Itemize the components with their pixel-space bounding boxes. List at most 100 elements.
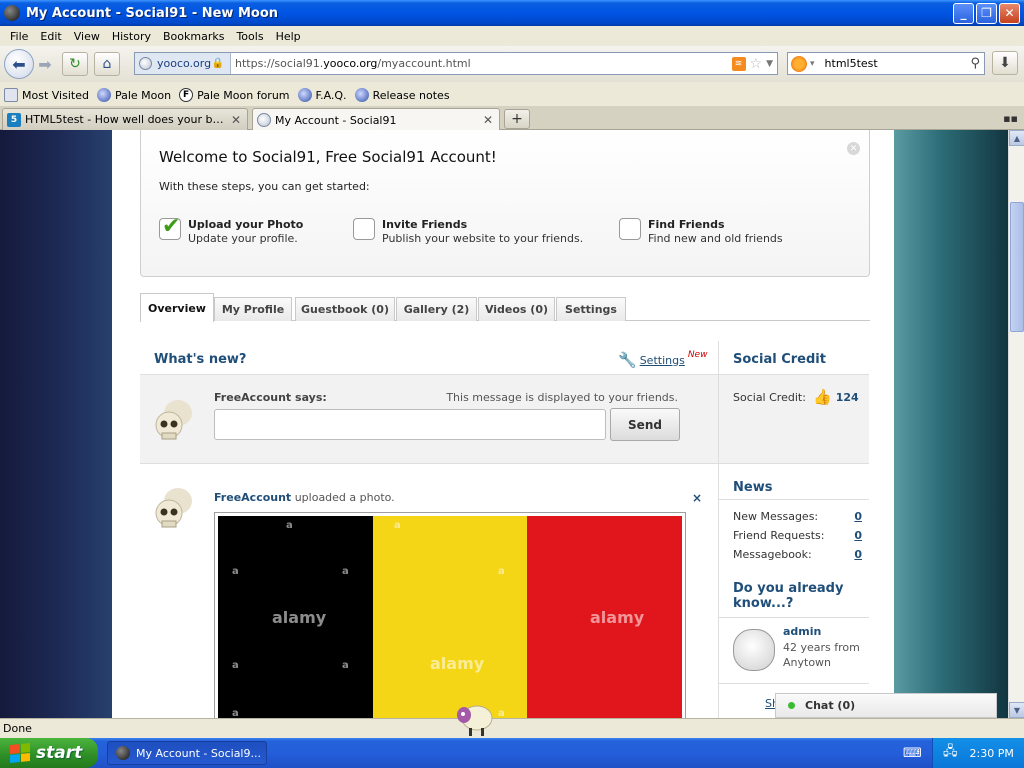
pale-moon-icon [96, 88, 111, 102]
url-prefix: https://social91. [235, 57, 324, 70]
tab-label: HTML5test - How well does your browser..… [25, 113, 225, 126]
tab-html5test[interactable]: 5 HTML5test - How well does your browser… [2, 108, 248, 130]
settings-link-label[interactable]: Settings [640, 354, 685, 367]
status-message-input[interactable] [214, 409, 606, 440]
menu-bookmarks[interactable]: Bookmarks [157, 30, 230, 43]
tab-close-icon[interactable]: ✕ [483, 113, 493, 127]
close-button[interactable]: ✕ [999, 2, 1020, 24]
taskbar-item-pale-moon[interactable]: My Account - Social9... [107, 741, 267, 765]
vertical-scrollbar[interactable]: ▲ ▼ [1008, 130, 1024, 718]
site-identity-button[interactable]: yooco.org 🔒 [135, 53, 231, 74]
list-all-tabs-icon[interactable]: ▪▪ [1003, 112, 1018, 125]
globe-icon [257, 113, 271, 127]
pale-moon-icon [297, 88, 312, 102]
bookmark-pale-moon[interactable]: Pale Moon [96, 88, 171, 102]
forward-button[interactable]: ➡ [34, 51, 56, 77]
url-domain: yooco.org [323, 57, 378, 70]
sheep-mascot-icon [457, 705, 493, 736]
bookmark-pale-moon-forum[interactable]: F Pale Moon forum [179, 88, 290, 102]
scroll-down-icon[interactable]: ▼ [1009, 702, 1024, 718]
taskbar-item-label: My Account - Social9... [136, 746, 261, 760]
bookmark-label: Pale Moon forum [197, 88, 290, 102]
watermark: a [498, 566, 505, 577]
menu-tools[interactable]: Tools [230, 30, 269, 43]
bookmark-most-visited[interactable]: Most Visited [4, 88, 89, 102]
step-upload-photo[interactable]: Upload your PhotoUpdate your profile. [159, 214, 304, 245]
minimize-button[interactable]: _ [953, 2, 974, 24]
plus-icon: + [511, 111, 523, 127]
bookmark-faq[interactable]: F.A.Q. [297, 88, 347, 102]
menu-edit[interactable]: Edit [34, 30, 67, 43]
news-new-messages-count[interactable]: 0 [854, 510, 862, 523]
tab-my-profile[interactable]: My Profile [214, 297, 292, 321]
search-engine-icon[interactable] [791, 55, 807, 72]
start-button[interactable]: start [0, 738, 98, 768]
admin-avatar[interactable] [733, 629, 775, 671]
send-button[interactable]: Send [610, 408, 680, 441]
search-engine-dropdown-icon[interactable]: ▾ [810, 59, 815, 69]
tab-gallery[interactable]: Gallery (2) [396, 297, 477, 321]
settings-link[interactable]: 🔧 Settings New [618, 350, 707, 369]
post-user-label: FreeAccount says: [214, 391, 327, 404]
step-checkbox [159, 214, 181, 240]
chat-bar[interactable]: Chat (0) [775, 693, 997, 718]
url-text[interactable]: https://social91.yooco.org/myaccount.htm… [231, 57, 732, 70]
step-find-friends[interactable]: Find Friends Find new and old friends [619, 218, 783, 245]
status-text: Done [3, 722, 32, 735]
divider [719, 499, 869, 500]
news-messagebook-count[interactable]: 0 [854, 548, 862, 561]
tab-videos[interactable]: Videos (0) [478, 297, 555, 321]
chat-label: Chat (0) [805, 699, 856, 712]
admin-info-line2: Anytown [783, 656, 832, 669]
menu-help[interactable]: Help [270, 30, 307, 43]
menu-view[interactable]: View [68, 30, 106, 43]
search-bar[interactable]: ▾ html5test ⚲ [787, 52, 985, 75]
remove-feed-icon[interactable]: × [692, 491, 702, 505]
watermark: alamy [590, 608, 645, 627]
tab-settings[interactable]: Settings [556, 297, 626, 321]
know-title: Do you already know...? [733, 581, 844, 611]
network-icon[interactable]: 🖧 [943, 742, 958, 764]
activity-column: What's new? 🔧 Settings New FreeAccount s… [140, 341, 718, 718]
news-messagebook-label: Messagebook: [733, 548, 812, 561]
clock[interactable]: 2:30 PM [970, 747, 1014, 760]
url-path: /myaccount.html [377, 57, 471, 70]
tab-my-account[interactable]: My Account - Social91 ✕ [252, 108, 500, 131]
news-friend-requests-count[interactable]: 0 [854, 529, 862, 542]
admin-name-link[interactable]: admin [783, 625, 821, 638]
maximize-button[interactable]: ❐ [976, 2, 997, 24]
back-button[interactable]: ⬅ [4, 49, 34, 79]
close-icon[interactable]: ✕ [847, 142, 860, 155]
feed-user-link[interactable]: FreeAccount [214, 491, 291, 504]
bookmark-release-notes[interactable]: Release notes [354, 88, 450, 102]
status-post-box: FreeAccount says: This message is displa… [140, 374, 718, 464]
forward-arrow-icon: ➡ [38, 54, 52, 74]
scroll-up-icon[interactable]: ▲ [1009, 130, 1024, 146]
uploaded-photo[interactable]: alamy alamy alamy a a a a a a a a a [214, 512, 686, 718]
thumbs-up-icon: 👍 [813, 388, 832, 406]
bookmark-star-icon[interactable]: ☆ [750, 56, 763, 72]
menu-file[interactable]: File [4, 30, 34, 43]
watermark: a [286, 520, 293, 531]
url-dropdown-icon[interactable]: ▼ [766, 59, 773, 69]
tab-close-icon[interactable]: ✕ [231, 113, 241, 127]
menu-history[interactable]: History [106, 30, 157, 43]
tab-overview[interactable]: Overview [140, 293, 214, 322]
step-invite-friends[interactable]: Invite Friends Publish your website to yo… [353, 218, 583, 245]
search-input[interactable]: html5test [819, 57, 971, 70]
watermark: a [394, 520, 401, 531]
step-title: Upload your Photo [188, 218, 304, 231]
wrench-icon: 🔧 [618, 351, 637, 369]
reload-button[interactable]: ↻ [62, 52, 88, 76]
search-icon[interactable]: ⚲ [970, 56, 980, 71]
system-tray: 🖧 2:30 PM [932, 738, 1024, 768]
home-button[interactable]: ⌂ [94, 52, 120, 76]
downloads-button[interactable]: ⬇ [992, 51, 1018, 75]
scrollbar-thumb[interactable] [1010, 202, 1024, 332]
tab-guestbook[interactable]: Guestbook (0) [295, 297, 395, 321]
keyboard-icon[interactable]: ⌨ [903, 746, 922, 761]
rss-feed-icon[interactable]: ≋ [731, 56, 746, 71]
url-bar[interactable]: yooco.org 🔒 https://social91.yooco.org/m… [134, 52, 778, 75]
profile-tabs: Overview My Profile Guestbook (0) Galler… [140, 293, 870, 322]
new-tab-button[interactable]: + [504, 109, 530, 129]
